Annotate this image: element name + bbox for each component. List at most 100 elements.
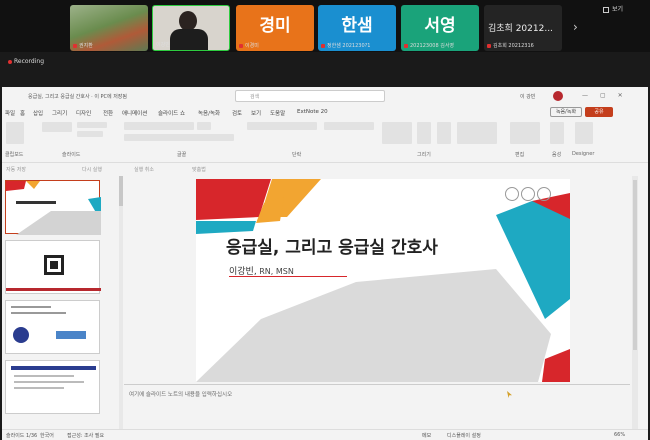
quick-styles-button[interactable] bbox=[437, 122, 451, 144]
thumbnail-preview bbox=[11, 306, 86, 343]
participant-name: 권지환 bbox=[79, 43, 93, 49]
slide-subtitle: 이강빈, RN, MSN bbox=[229, 264, 347, 277]
notes-pane[interactable]: 여기에 슬라이드 노트의 내용을 입력하십시오 bbox=[124, 384, 630, 404]
window-controls[interactable]: —▢✕ bbox=[582, 92, 635, 99]
tab-draw[interactable]: 그리기 bbox=[52, 109, 67, 117]
tab-record[interactable]: 녹음/녹화 bbox=[198, 109, 220, 117]
mic-muted-icon bbox=[404, 43, 408, 48]
search-input[interactable]: 검색 bbox=[235, 90, 385, 102]
group-label-font: 글꼴 bbox=[177, 152, 187, 158]
scroll-thumb[interactable] bbox=[119, 176, 123, 206]
status-language: 한국어 bbox=[40, 433, 54, 439]
dictate-button[interactable] bbox=[550, 122, 564, 144]
find-replace-buttons[interactable] bbox=[510, 122, 540, 144]
group-label-designer: Designer bbox=[572, 151, 595, 157]
participant-initials: 서영 bbox=[424, 16, 456, 36]
tab-help[interactable]: 도움말 bbox=[270, 109, 285, 117]
notes-placeholder: 여기에 슬라이드 노트의 내용을 입력하십시오 bbox=[129, 392, 233, 398]
tab-home[interactable]: 홈 bbox=[20, 109, 25, 117]
slide-dots bbox=[505, 186, 553, 205]
shapes-gallery[interactable] bbox=[382, 122, 412, 144]
title-bar: 응급실, 그리고 응급실 간호사 · 이 PC에 저장됨 검색 이 강빈 —▢✕ bbox=[2, 87, 648, 105]
slide-thumbnail-1[interactable] bbox=[5, 180, 101, 235]
tab-transitions[interactable]: 전환 bbox=[103, 109, 113, 117]
tab-insert[interactable]: 삽입 bbox=[33, 109, 43, 117]
recording-indicator: Recording bbox=[8, 58, 44, 65]
display-settings[interactable]: 디스플레이 설정 bbox=[447, 432, 481, 439]
thumbnail-preview bbox=[6, 255, 101, 291]
group-label-paragraph: 단락 bbox=[292, 152, 302, 158]
shared-screen-powerpoint: 응급실, 그리고 응급실 간호사 · 이 PC에 저장됨 검색 이 강빈 —▢✕… bbox=[2, 87, 648, 440]
subtitle-underline bbox=[229, 276, 347, 277]
participant-name: 이경미 bbox=[245, 43, 259, 49]
search-placeholder: 검색 bbox=[250, 94, 260, 100]
participant-tile-1[interactable]: 권지환 bbox=[70, 5, 148, 51]
shape-format-buttons[interactable] bbox=[457, 122, 497, 144]
record-button[interactable]: 녹음/녹화 bbox=[550, 107, 582, 117]
participant-tile-5[interactable]: 서영 202123008 김서영 bbox=[401, 5, 479, 51]
participant-initials: 한샘 bbox=[341, 16, 373, 36]
participant-tile-3[interactable]: 경미 이경미 bbox=[236, 5, 314, 51]
qa-undo[interactable]: 실행 취소 bbox=[134, 166, 154, 173]
designer-button[interactable] bbox=[575, 122, 593, 144]
mic-muted-icon bbox=[239, 43, 243, 48]
notes-toggle[interactable]: 메모 bbox=[422, 432, 431, 439]
participant-video bbox=[179, 11, 197, 31]
next-page-arrow-icon[interactable]: › bbox=[573, 20, 578, 34]
view-label: 보기 bbox=[612, 6, 624, 13]
layout-button[interactable] bbox=[77, 122, 107, 128]
tab-extnote[interactable]: ExtNote 20 bbox=[297, 109, 328, 115]
quick-access-toolbar: 자동 저장 다시 실행 실행 취소 맞춤법 bbox=[2, 164, 648, 174]
participant-tile-6[interactable]: 김초희 20212... 김초희 20212316 bbox=[484, 5, 562, 51]
scroll-thumb[interactable] bbox=[633, 180, 637, 350]
group-label-drawing: 그리기 bbox=[417, 152, 431, 158]
tab-review[interactable]: 검토 bbox=[232, 109, 242, 117]
font-format-buttons[interactable] bbox=[124, 134, 234, 141]
tab-slideshow[interactable]: 슬라이드 쇼 bbox=[158, 109, 185, 117]
new-slide-button[interactable] bbox=[42, 122, 72, 132]
font-size-select[interactable] bbox=[197, 122, 211, 130]
zoom-level[interactable]: 66% bbox=[614, 432, 625, 438]
participant-tile-2[interactable]: 이강빈 bbox=[152, 5, 230, 51]
thumbnail-scrollbar[interactable] bbox=[119, 176, 123, 429]
tab-file[interactable]: 파일 bbox=[5, 109, 15, 117]
mic-muted-icon bbox=[487, 43, 491, 48]
ribbon-tabs: 파일 홈 삽입 그리기 디자인 전환 애니메이션 슬라이드 쇼 녹음/녹화 검토… bbox=[2, 106, 648, 118]
font-select[interactable] bbox=[124, 122, 194, 130]
tab-animations[interactable]: 애니메이션 bbox=[122, 109, 147, 117]
view-button[interactable]: 보기 bbox=[603, 4, 647, 16]
slide-thumbnail-3[interactable] bbox=[5, 300, 100, 354]
slide-thumbnail-2[interactable] bbox=[5, 240, 101, 294]
participant-name: 202123008 김서영 bbox=[410, 43, 455, 49]
slide-thumbnail-4[interactable] bbox=[5, 360, 100, 414]
group-label-slides: 슬라이드 bbox=[62, 152, 81, 158]
participant-display-name: 김초희 20212... bbox=[488, 24, 553, 34]
paragraph-buttons[interactable] bbox=[247, 122, 317, 130]
text-direction-buttons[interactable] bbox=[324, 122, 374, 130]
group-label-clipboard: 클립보드 bbox=[5, 152, 24, 158]
slide-scrollbar[interactable] bbox=[632, 176, 638, 429]
status-accessibility[interactable]: 접근성: 조사 필요 bbox=[67, 432, 104, 439]
status-slide-count: 슬라이드 1/36 bbox=[6, 433, 38, 439]
avatar[interactable] bbox=[553, 91, 563, 101]
slide-canvas[interactable]: 응급실, 그리고 응급실 간호사 이강빈, RN, MSN bbox=[196, 179, 570, 382]
mic-muted-icon bbox=[321, 43, 325, 48]
slide-title: 응급실, 그리고 응급실 간호사 bbox=[226, 238, 438, 258]
slide-decoration bbox=[196, 179, 570, 382]
tab-view[interactable]: 보기 bbox=[251, 109, 261, 117]
arrange-button[interactable] bbox=[417, 122, 431, 144]
reset-button[interactable] bbox=[77, 131, 103, 137]
user-name: 이 강빈 bbox=[520, 94, 536, 100]
paste-button[interactable] bbox=[6, 122, 24, 144]
participant-initials: 경미 bbox=[259, 16, 291, 36]
qa-autosave[interactable]: 자동 저장 bbox=[6, 166, 26, 173]
qa-spelling[interactable]: 맞춤법 bbox=[192, 166, 206, 173]
participant-name: 김초희 20212316 bbox=[493, 43, 534, 49]
share-button[interactable]: 공유 bbox=[585, 107, 613, 117]
qa-redo[interactable]: 다시 실행 bbox=[82, 166, 102, 173]
document-title: 응급실, 그리고 응급실 간호사 · 이 PC에 저장됨 bbox=[28, 94, 128, 100]
participants-strip: 권지환 이강빈 경미 이경미 한샘 정한샘 2021230?1 서영 20212… bbox=[0, 0, 650, 52]
tab-design[interactable]: 디자인 bbox=[76, 109, 91, 117]
recording-label: Recording bbox=[14, 58, 45, 65]
participant-tile-4[interactable]: 한샘 정한샘 2021230?1 bbox=[318, 5, 396, 51]
